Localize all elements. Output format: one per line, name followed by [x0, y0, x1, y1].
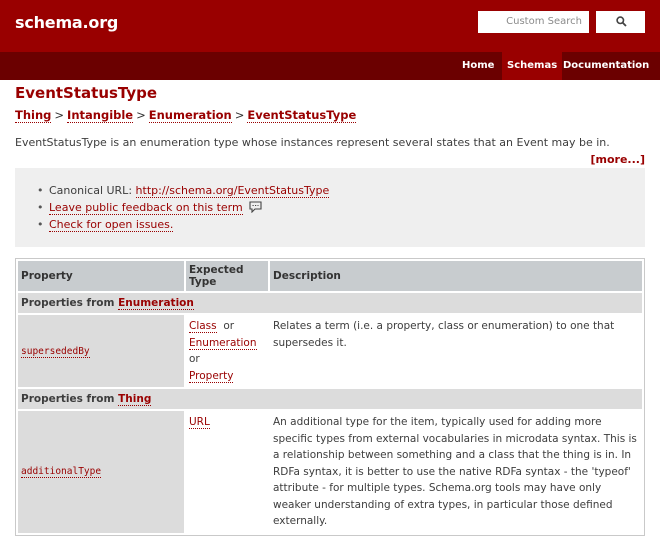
- canonical-url-link[interactable]: http://schema.org/EventStatusType: [135, 184, 330, 198]
- property-description: An additional type for the item, typical…: [273, 416, 637, 527]
- expected-type-cell: URL: [186, 411, 268, 533]
- canonical-url-label: Canonical URL:: [49, 184, 133, 197]
- canonical-url-item: Canonical URL: http://schema.org/EventSt…: [37, 184, 330, 198]
- feedback-link[interactable]: Leave public feedback on this term: [49, 201, 243, 215]
- search-button[interactable]: [596, 11, 645, 33]
- search-input[interactable]: Custom Search: [478, 11, 589, 33]
- section-prefix: Properties from: [21, 393, 115, 405]
- section-header-thing: Properties from Thing: [18, 389, 642, 409]
- comment-icon: [249, 201, 262, 213]
- table-row: supersededBy Class or Enumeration or Pro…: [18, 315, 642, 387]
- info-box: Canonical URL: http://schema.org/EventSt…: [15, 168, 645, 247]
- property-description: Relates a term (i.e. a property, class o…: [273, 320, 615, 349]
- type-link-class[interactable]: Class: [189, 320, 217, 333]
- nav-home[interactable]: Home: [457, 52, 499, 80]
- property-name-link[interactable]: supersededBy: [21, 345, 90, 358]
- site-logo[interactable]: schema.org: [15, 13, 118, 32]
- breadcrumb-separator: >: [234, 108, 245, 122]
- nav-schemas[interactable]: Schemas: [502, 52, 563, 80]
- section-prefix: Properties from: [21, 297, 115, 309]
- issues-link[interactable]: Check for open issues.: [49, 218, 174, 232]
- breadcrumb-enumeration[interactable]: Enumeration: [148, 108, 232, 123]
- properties-table: Property Expected Type Description Prope…: [15, 258, 645, 536]
- table-row: additionalType URL An additional type fo…: [18, 411, 642, 533]
- col-header-description: Description: [270, 261, 642, 291]
- top-nav: Home Schemas Documentation: [0, 52, 660, 80]
- nav-documentation[interactable]: Documentation: [558, 52, 654, 80]
- site-header: schema.org Custom Search: [0, 0, 660, 52]
- col-header-property: Property: [18, 261, 184, 291]
- type-link-enumeration[interactable]: Enumeration: [189, 336, 257, 350]
- breadcrumb-separator: >: [54, 108, 65, 122]
- section-header-enumeration: Properties from Enumeration: [18, 293, 642, 313]
- breadcrumb: Thing > Intangible > Enumeration > EventStatus…: [15, 108, 357, 123]
- breadcrumb-separator: >: [136, 108, 146, 122]
- more-link[interactable]: [more...]: [591, 153, 646, 166]
- or-text: or: [189, 353, 200, 365]
- search-icon: [616, 16, 627, 27]
- expected-type-cell: Class or Enumeration or Property: [186, 315, 268, 387]
- or-text: or: [223, 320, 235, 332]
- section-type-link[interactable]: Enumeration: [118, 297, 194, 310]
- col-header-expected-type: Expected Type: [186, 261, 268, 291]
- type-link-url[interactable]: URL: [189, 416, 210, 429]
- breadcrumb-thing[interactable]: Thing: [15, 108, 52, 123]
- breadcrumb-intangible[interactable]: Intangible: [67, 108, 134, 123]
- breadcrumb-eventstatustype[interactable]: EventStatusType: [247, 108, 357, 123]
- property-name-link[interactable]: additionalType: [21, 466, 102, 479]
- search-placeholder: Custom Search: [506, 16, 582, 27]
- type-link-property[interactable]: Property: [189, 369, 234, 383]
- page-title: EventStatusType: [15, 84, 158, 102]
- feedback-item: Leave public feedback on this term: [37, 201, 262, 215]
- issues-item: Check for open issues.: [37, 218, 174, 232]
- section-type-link[interactable]: Thing: [118, 393, 152, 406]
- type-description: EventStatusType is an enumeration type w…: [15, 136, 610, 149]
